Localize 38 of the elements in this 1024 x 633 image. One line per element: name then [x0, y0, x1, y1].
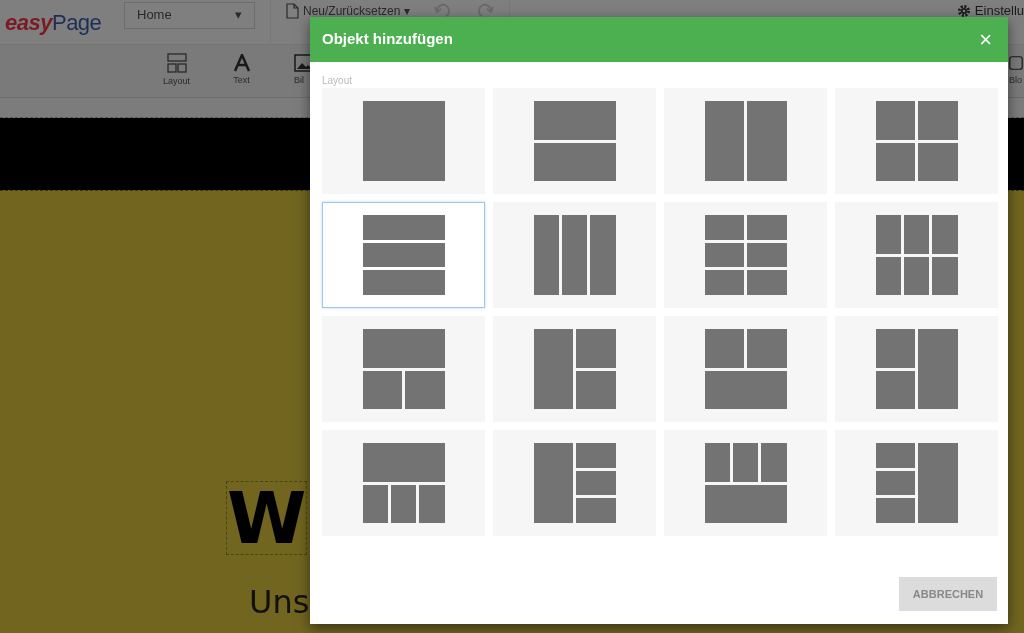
dialog-title: Objekt hinzufügen [322, 29, 453, 50]
layout-grid-icon [533, 215, 616, 295]
gear-icon [956, 4, 971, 18]
layout-grid-icon [704, 329, 787, 409]
layout-grid-icon [875, 329, 958, 409]
layout-grid-icon [362, 443, 445, 523]
page-select[interactable]: Home ▾ [124, 1, 255, 29]
layout-grid-icon [533, 443, 616, 523]
layout-grid-icon [875, 215, 958, 295]
layout-grid-icon [362, 329, 445, 409]
page-name: Home [137, 6, 172, 25]
layout-grid-icon [704, 443, 787, 523]
layout-option[interactable] [322, 202, 485, 308]
layout-icon [166, 53, 187, 74]
caret-icon: ▾ [404, 2, 411, 20]
layout-grid-icon [704, 215, 787, 295]
layout-grid-icon [362, 101, 445, 181]
toolbar-button[interactable]: Blo [994, 45, 1024, 97]
layout-grid-icon [875, 443, 958, 523]
new-reset-menu[interactable]: Neu/Zurücksetzen [303, 2, 401, 20]
layout-grid-icon [704, 101, 787, 181]
blog-icon [1009, 54, 1023, 73]
layout-grid-icon [533, 329, 616, 409]
layout-grid-icon [875, 101, 958, 181]
page-heading: W [226, 481, 308, 555]
layout-grid-icon [362, 215, 445, 295]
letter-icon [232, 54, 251, 73]
layout-grid-icon [533, 101, 616, 181]
document-icon [286, 3, 299, 19]
settings-menu[interactable]: Einstellu [974, 1, 1024, 21]
toolbar-button[interactable]: Text [209, 45, 274, 97]
toolbar-button[interactable]: Layout [144, 45, 209, 97]
app-logo: easyPage [4, 8, 103, 37]
page-subtitle: Uns [249, 586, 310, 618]
caret-icon: ▾ [235, 5, 242, 25]
cancel-button[interactable]: ABBRECHEN [899, 577, 997, 611]
close-button[interactable]: × [975, 28, 996, 51]
section-label: Layout [321, 74, 354, 88]
